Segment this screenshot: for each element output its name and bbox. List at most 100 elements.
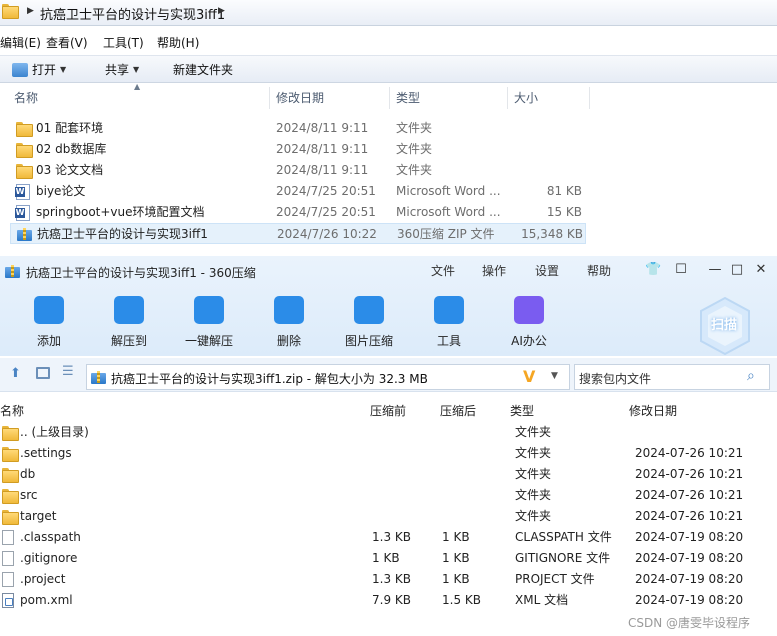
entry-modified: 2024-07-26 10:21 [635,446,744,460]
chevron-right-icon[interactable]: ▶ [218,6,225,16]
entry-type: PROJECT 文件 [515,572,595,586]
zip-column-name[interactable]: 名称 [0,402,24,419]
archive-row[interactable]: .. (上级目录) 文件夹 [0,422,777,443]
menu-help[interactable]: 帮助(H) [157,34,199,51]
address-bar[interactable]: ▶ 抗癌卫士平台的设计与实现3iff1 ▶ [0,0,777,26]
entry-type: 文件夹 [515,467,552,481]
entry-before: 1 KB [372,551,400,565]
tool-button-extract-to[interactable]: 解压到 [99,296,159,349]
word-doc-icon [15,184,30,200]
zip-column-after[interactable]: 压缩后 [440,402,476,419]
search-icon[interactable]: ⌕ [747,368,755,384]
menu-edit[interactable]: 编辑(E) [0,34,41,51]
new-folder-button[interactable]: 新建文件夹 [173,61,233,78]
file-type: 文件夹 [396,142,433,156]
maximize-icon[interactable]: □ [729,262,745,277]
chevron-down-icon[interactable]: ▼ [551,371,558,381]
file-modified: 2024/7/25 20:51 [276,205,376,219]
entry-type: 文件夹 [515,446,552,460]
archive-search-input[interactable]: 搜索包内文件 ⌕ [574,364,770,390]
image-compress-icon [354,296,384,324]
tool-button-ai-office[interactable]: AI办公 [499,296,559,349]
file-modified: 2024/8/11 9:11 [276,121,369,135]
file-row[interactable]: 01 配套环境 2024/8/11 9:11 文件夹 [10,118,586,139]
file-type: 文件夹 [396,121,433,135]
open-button[interactable]: 打开 ▼ [12,61,66,78]
archive-row[interactable]: .settings 文件夹 2024-07-26 10:21 [0,443,777,464]
archive-row[interactable]: db 文件夹 2024-07-26 10:21 [0,464,777,485]
entry-type: GITIGNORE 文件 [515,551,611,565]
archive-row[interactable]: .project 1.3 KB 1 KB PROJECT 文件 2024-07-19 0… [0,569,777,590]
file-row[interactable]: 03 论文文档 2024/8/11 9:11 文件夹 [10,160,586,181]
file-size: 15,348 KB [521,227,583,241]
tool-button-add[interactable]: 添加 [19,296,79,349]
zip-menu-settings[interactable]: 设置 [535,262,559,279]
file-row[interactable]: 02 db数据库 2024/8/11 9:11 文件夹 [10,139,586,160]
entry-modified: 2024-07-19 08:20 [635,572,744,586]
menu-tools[interactable]: 工具(T) [103,34,144,51]
tool-button-one-click-extract[interactable]: 一键解压 [179,296,239,349]
entry-type: 文件夹 [515,425,552,439]
archive-row[interactable]: src 文件夹 2024-07-26 10:21 [0,485,777,506]
search-placeholder: 搜索包内文件 [579,372,652,386]
share-button[interactable]: 共享 ▼ [105,61,139,78]
word-doc-icon [15,205,30,221]
entry-name: .project [20,572,66,586]
file-row[interactable]: 抗癌卫士平台的设计与实现3iff1 2024/7/26 10:22 360压缩 ZI… [10,223,586,244]
entry-name: target [20,509,57,523]
new-folder-label: 新建文件夹 [173,63,234,77]
column-header-type[interactable]: 类型 [390,87,508,109]
vip-icon[interactable]: V [523,367,535,386]
extract-to-icon [114,296,144,324]
zip-column-type[interactable]: 类型 [510,402,534,419]
zip-menu-help[interactable]: 帮助 [587,262,611,279]
close-icon[interactable]: ✕ [753,262,769,277]
tool-label: 删除 [276,334,301,348]
skin-icon[interactable]: 👕 [645,262,661,277]
tool-label: 解压到 [110,334,147,348]
column-header-modified[interactable]: 修改日期 [270,87,390,109]
zip-column-before[interactable]: 压缩前 [370,402,406,419]
zip-menu-operation[interactable]: 操作 [482,262,506,279]
entry-name: src [20,488,38,502]
chevron-right-icon[interactable]: ▶ [27,6,34,16]
archive-path-field[interactable]: 抗癌卫士平台的设计与实现3iff1.zip - 解包大小为 32.3 MB V … [86,364,570,390]
tool-button-image-compress[interactable]: 图片压缩 [339,296,399,349]
entry-name: pom.xml [20,593,73,607]
xml-file-icon [2,593,14,608]
ai-office-icon [514,296,544,324]
scan-button[interactable]: 扫描 [698,296,752,356]
archive-row[interactable]: .classpath 1.3 KB 1 KB CLASSPATH 文件 2024-07-… [0,527,777,548]
entry-modified: 2024-07-19 08:20 [635,530,744,544]
file-row[interactable]: biye论文 2024/7/25 20:51 Microsoft Word ... 8… [10,181,586,202]
archive-row[interactable]: .gitignore 1 KB 1 KB GITIGNORE 文件 2024-07-19… [0,548,777,569]
file-name: 02 db数据库 [36,142,107,156]
entry-before: 1.3 KB [372,530,411,544]
add-icon [34,296,64,324]
archive-row[interactable]: pom.xml 7.9 KB 1.5 KB XML 文档 2024-07-19 08:2… [0,590,777,611]
tool-button-delete[interactable]: 删除 [259,296,319,349]
up-arrow-icon[interactable]: ⬆ [10,366,21,381]
minimize-icon[interactable]: — [707,262,723,277]
zip-column-modified[interactable]: 修改日期 [629,402,677,419]
tool-label: 添加 [36,334,61,348]
entry-name: .settings [20,446,72,460]
menu-view[interactable]: 查看(V) [46,34,88,51]
thumbnail-view-icon[interactable] [36,367,50,379]
tool-button-tools[interactable]: 工具 [419,296,479,349]
zip-icon [91,370,107,384]
zip-menu-file[interactable]: 文件 [431,262,455,279]
list-view-icon[interactable]: ☰ [62,364,74,379]
column-header-size[interactable]: 大小 [508,87,590,109]
breadcrumb[interactable]: 抗癌卫士平台的设计与实现3iff1 [40,4,225,23]
entry-name: .classpath [20,530,81,544]
file-row[interactable]: springboot+vue环境配置文档 2024/7/25 20:51 Micro… [10,202,586,223]
entry-after: 1 KB [442,551,470,565]
feedback-icon[interactable]: ☐ [673,262,689,277]
folder-icon [2,467,19,483]
explorer-toolbar: 打开 ▼ 共享 ▼ 新建文件夹 [0,55,777,83]
zip-icon [17,227,33,241]
archive-row[interactable]: target 文件夹 2024-07-26 10:21 [0,506,777,527]
column-header-name[interactable]: 名称 [8,87,270,109]
folder-icon [16,163,33,179]
